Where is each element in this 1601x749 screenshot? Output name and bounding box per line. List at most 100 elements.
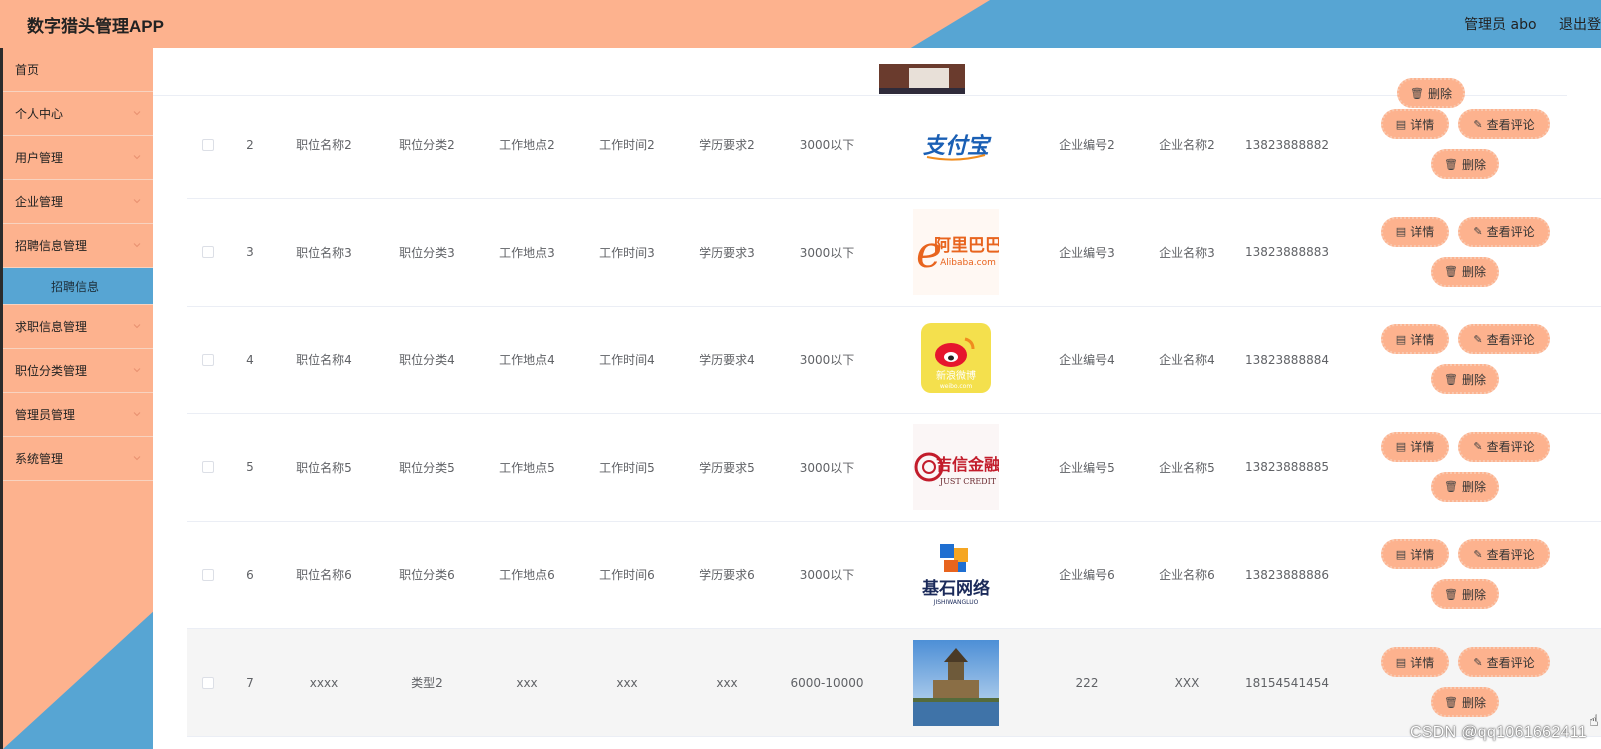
view-comments-button[interactable]: ✎ 查看评论 xyxy=(1458,216,1550,247)
detail-button[interactable]: ▤ 详情 xyxy=(1381,431,1449,462)
cell-company-number-text: 企业编号5 xyxy=(1059,460,1115,475)
table-row[interactable]: 4 职位名称4 职位分类4 工作地点4 工作时间4 学历要求4 3000以下 新浪微博 weib… xyxy=(187,306,1601,415)
delete-button[interactable]: 🗑 删除 xyxy=(1431,687,1499,717)
cell-position-name: 职位名称6 xyxy=(271,521,377,628)
cell-phone: 13823888884 xyxy=(1237,306,1337,413)
view-comments-button[interactable]: ✎ 查看评论 xyxy=(1458,647,1550,677)
detail-button[interactable]: ▤ 详情 xyxy=(1381,539,1449,570)
cell-phone: 18154541454 xyxy=(1237,629,1337,736)
view-comments-button[interactable]: ✎ 查看评论 xyxy=(1458,431,1550,462)
edit-icon: ✎ xyxy=(1473,332,1483,346)
cell-education: 学历要求2 xyxy=(677,91,777,198)
view-comments-button[interactable]: ✎ 查看评论 xyxy=(1458,539,1550,570)
row-checkbox[interactable] xyxy=(187,629,229,736)
cell-position-name-text: 职位名称3 xyxy=(296,245,352,260)
delete-button[interactable]: 🗑 删除 xyxy=(1431,149,1499,179)
cell-company-number-text: 企业编号2 xyxy=(1059,138,1115,152)
chevron-down-icon xyxy=(133,111,141,116)
cell-work-time: 工作时间2 xyxy=(577,91,677,198)
cell-position-name-text: 职位名称6 xyxy=(296,568,352,583)
cell-company-name-text: 企业名称5 xyxy=(1159,460,1215,475)
sidebar-item[interactable]: 系统管理 xyxy=(3,437,153,481)
delete-button[interactable]: 🗑 删除 xyxy=(1431,471,1499,502)
row-select-checkbox[interactable] xyxy=(202,676,214,689)
chevron-down-icon xyxy=(133,368,141,373)
row-checkbox[interactable] xyxy=(187,414,229,521)
row-number-text: 3 xyxy=(246,245,254,260)
cell-work-location-text: xxx xyxy=(516,675,538,690)
row-checkbox[interactable] xyxy=(187,91,229,198)
delete-button[interactable]: 🗑 删除 xyxy=(1431,256,1499,287)
cell-position-category: 类型2 xyxy=(377,629,477,736)
sidebar-item[interactable]: 用户管理 xyxy=(3,136,153,180)
delete-button[interactable]: 🗑 删除 xyxy=(1431,579,1499,610)
detail-button[interactable]: ▤ 详情 xyxy=(1381,647,1449,677)
row-number: 3 xyxy=(229,199,271,306)
row-select-checkbox[interactable] xyxy=(202,138,214,151)
sidebar-item[interactable]: 招聘信息管理 xyxy=(3,224,153,268)
cell-salary-text: 3000以下 xyxy=(799,138,855,152)
sidebar-item[interactable]: 首页 xyxy=(3,48,153,92)
cell-phone-text: 13823888883 xyxy=(1245,245,1329,260)
sidebar-item-label: 招聘信息管理 xyxy=(15,239,88,253)
admin-user-label[interactable]: 管理员 abo xyxy=(1464,17,1536,33)
row-select-checkbox[interactable] xyxy=(202,246,214,259)
jishi-network-logo: 基石网络 JISHIWANGLUO xyxy=(913,532,999,618)
cell-company-logo xyxy=(913,629,999,736)
delete-button[interactable]: 🗑 删除 xyxy=(1431,364,1499,395)
edit-icon: ✎ xyxy=(1473,547,1483,561)
sidebar-subitem-recruitment-info[interactable]: 招聘信息 xyxy=(3,268,153,305)
sidebar-item[interactable]: 职位分类管理 xyxy=(3,349,153,393)
cell-work-location: 工作地点3 xyxy=(477,199,577,306)
sidebar-menu: 首页 个人中心 用户管理 企业管理招聘信息管理招聘信息 求职信息管理 职位分类管理 管理员管… xyxy=(3,48,153,481)
cell-phone: 13823888882 xyxy=(1237,91,1337,198)
cell-phone: 13823888886 xyxy=(1237,521,1337,628)
svg-text:JUST CREDIT: JUST CREDIT xyxy=(939,477,997,486)
cell-education-text: xxx xyxy=(716,675,738,690)
chevron-down-icon xyxy=(133,324,141,329)
cell-education: 学历要求6 xyxy=(677,521,777,628)
edit-icon: ✎ xyxy=(1473,440,1483,454)
cell-work-location-text: 工作地点2 xyxy=(499,138,555,152)
row-select-checkbox[interactable] xyxy=(202,568,214,581)
row-checkbox[interactable] xyxy=(187,521,229,628)
cell-salary: 3000以下 xyxy=(777,199,877,306)
document-icon: ▤ xyxy=(1395,547,1407,561)
detail-button[interactable]: ▤ 详情 xyxy=(1381,109,1449,139)
sidebar-item[interactable]: 管理员管理 xyxy=(3,393,153,437)
sidebar-item[interactable]: 求职信息管理 xyxy=(3,305,153,349)
row-checkbox[interactable] xyxy=(187,306,229,413)
view-comments-button[interactable]: ✎ 查看评论 xyxy=(1458,109,1550,139)
header-user-area: 管理员 abo 退出登 xyxy=(1446,14,1601,34)
table-row[interactable]: 6 职位名称6 职位分类6 工作地点6 工作时间6 学历要求6 3000以下 基石网络 JISH… xyxy=(187,521,1601,630)
view-comments-button[interactable]: ✎ 查看评论 xyxy=(1458,324,1550,355)
row-checkbox[interactable] xyxy=(187,199,229,306)
row-select-checkbox[interactable] xyxy=(202,353,214,366)
cell-salary: 6000-10000 xyxy=(777,629,877,736)
table-row[interactable]: 2 职位名称2 职位分类2 工作地点2 工作时间2 学历要求2 3000以下 支付宝 企业编号2… xyxy=(187,91,1601,199)
detail-button[interactable]: ▤ 详情 xyxy=(1381,216,1449,247)
cell-position-category-text: 职位分类3 xyxy=(399,245,455,260)
cell-company-logo: 支付宝 xyxy=(913,91,999,198)
cell-education-text: 学历要求3 xyxy=(699,245,755,260)
sidebar-item[interactable]: 个人中心 xyxy=(3,92,153,136)
cell-company-number-text: 企业编号4 xyxy=(1059,353,1115,368)
document-icon: ▤ xyxy=(1395,655,1407,669)
detail-button[interactable]: ▤ 详情 xyxy=(1381,324,1449,355)
cell-work-location-text: 工作地点6 xyxy=(499,568,555,583)
logout-link[interactable]: 退出登 xyxy=(1559,17,1601,33)
cell-position-name: 职位名称2 xyxy=(271,91,377,198)
cell-company-number-text: 222 xyxy=(1075,675,1099,690)
cell-salary-text: 3000以下 xyxy=(799,460,855,475)
svg-text:新浪微博: 新浪微博 xyxy=(936,369,976,382)
document-icon: ▤ xyxy=(1395,332,1407,346)
sidebar-item[interactable]: 企业管理 xyxy=(3,180,153,224)
table-row[interactable]: 5 职位名称5 职位分类5 工作地点5 工作时间5 学历要求5 3000以下 吉信金融 JUST… xyxy=(187,414,1601,522)
cell-position-category-text: 职位分类6 xyxy=(399,568,455,583)
table-row[interactable]: 3 职位名称3 职位分类3 工作地点3 工作时间3 学历要求3 3000以下 e 阿里巴巴 Ali… xyxy=(187,199,1601,307)
row-select-checkbox[interactable] xyxy=(202,461,214,474)
cell-work-time-text: 工作时间2 xyxy=(599,138,655,152)
table-row[interactable]: 7 xxxx 类型2 xxx xxx xxx 6000-10000 222 XXX 1815454… xyxy=(187,629,1601,737)
chevron-down-icon xyxy=(133,199,141,204)
cell-education-text: 学历要求4 xyxy=(699,353,755,368)
